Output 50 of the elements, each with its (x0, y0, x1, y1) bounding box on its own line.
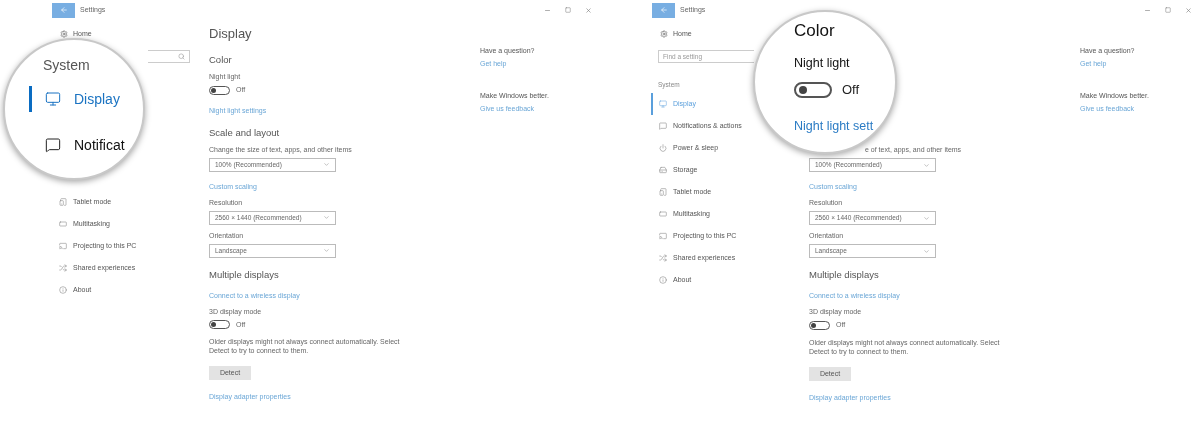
chevron-down-icon (923, 214, 930, 222)
projector-icon (659, 232, 667, 240)
window-icon (59, 220, 67, 228)
speech-bubble-icon (45, 137, 61, 153)
section-label: System (43, 56, 90, 74)
back-button[interactable] (52, 2, 75, 18)
power-icon (659, 144, 667, 152)
maximize-icon[interactable] (1165, 7, 1171, 13)
setting-label: Night light (794, 55, 851, 71)
section-heading: Color (209, 53, 233, 66)
gear-icon (660, 30, 668, 38)
search-icon (178, 53, 185, 60)
monitor-icon (45, 91, 61, 107)
crossed-arrows-icon (659, 254, 667, 262)
sidebar-item[interactable]: Display (29, 86, 143, 112)
section-heading: Scale and layout (209, 125, 281, 139)
toggle-switch[interactable] (209, 85, 230, 95)
back-button[interactable] (652, 2, 675, 18)
section-heading: Multiple displays (809, 268, 880, 281)
toggle-switch[interactable] (209, 320, 230, 330)
section-heading: Multiple displays (209, 267, 280, 281)
gear-icon (60, 30, 68, 38)
info-icon (659, 276, 667, 284)
chevron-down-icon (323, 214, 330, 221)
close-icon[interactable] (585, 6, 592, 14)
info-icon (59, 286, 67, 294)
toggle-state: Off (842, 81, 860, 99)
tablet-icon (659, 188, 667, 196)
window-icon (659, 210, 667, 218)
toggle-switch[interactable] (809, 320, 830, 330)
page-title: Display (209, 25, 253, 43)
maximize-icon[interactable] (565, 7, 571, 13)
chevron-down-icon (923, 161, 930, 169)
speech-bubble-icon (659, 122, 667, 130)
chevron-down-icon (323, 247, 330, 254)
back-arrow-icon (659, 6, 668, 14)
chevron-down-icon (923, 247, 930, 255)
sidebar-item[interactable]: Notificat (32, 132, 143, 158)
toggle-switch[interactable] (794, 81, 832, 98)
monitor-icon (659, 100, 667, 108)
close-icon[interactable] (1185, 6, 1192, 14)
settings-link[interactable]: Night light sett (794, 118, 874, 133)
drive-icon (659, 166, 667, 174)
chevron-down-icon (323, 161, 330, 168)
back-arrow-icon (59, 6, 68, 14)
section-heading: Color (794, 20, 836, 42)
search-field[interactable] (148, 50, 190, 63)
projector-icon (59, 242, 67, 250)
tablet-icon (59, 198, 67, 206)
crossed-arrows-icon (59, 264, 67, 272)
